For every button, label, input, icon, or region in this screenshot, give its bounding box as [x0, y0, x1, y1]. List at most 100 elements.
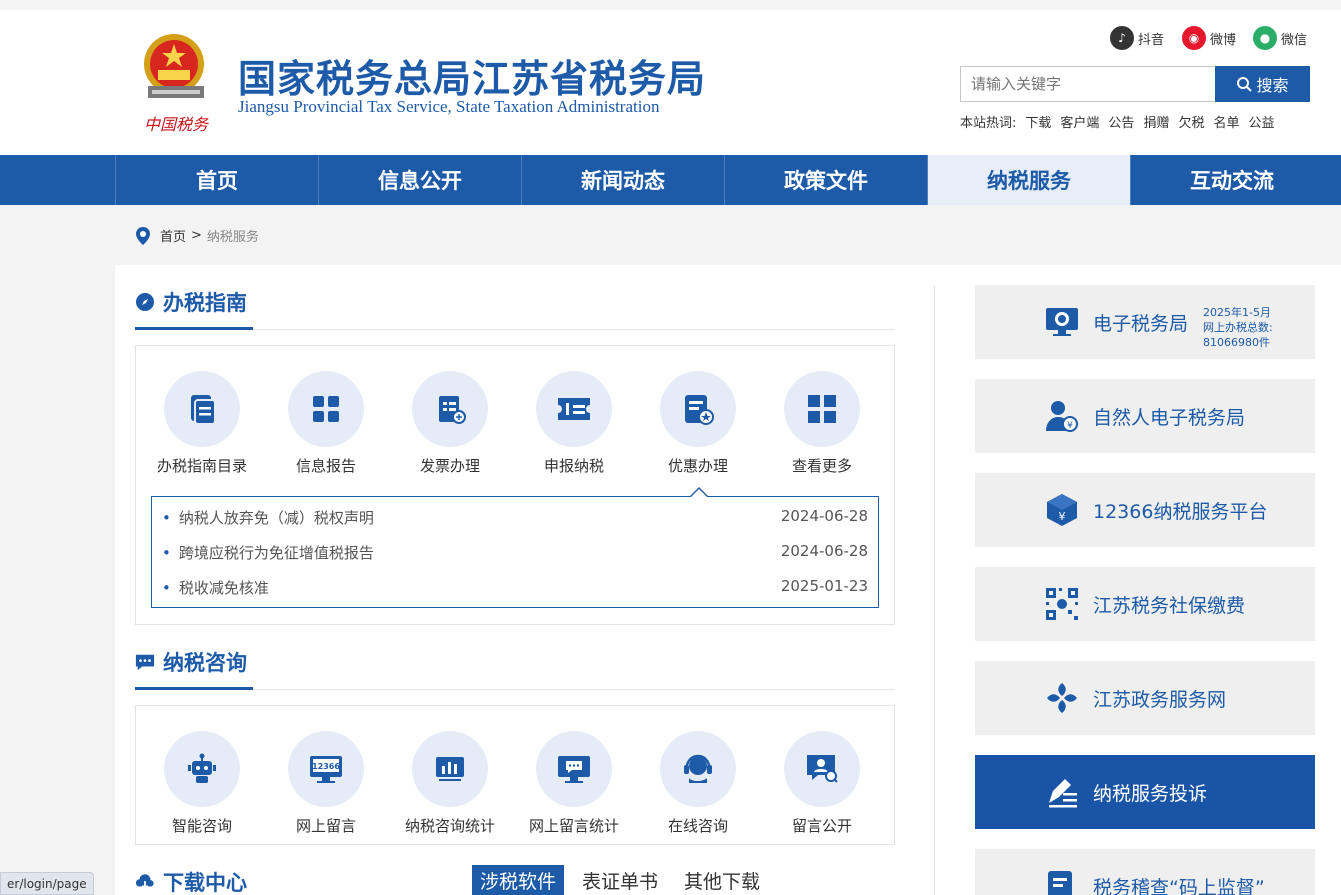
hot-word[interactable]: 客户端: [1060, 112, 1099, 131]
consult-item-label: 在线咨询: [667, 817, 728, 835]
consult-item-label: 网上留言统计: [528, 817, 619, 835]
guide-item-label: 办税指南目录: [156, 457, 247, 475]
guide-item-declare[interactable]: 申报纳税: [512, 371, 636, 476]
nav-item-tax-service[interactable]: 纳税服务: [927, 155, 1130, 205]
search-button-label: 搜索: [1256, 76, 1289, 95]
monitor-number-text: 12366: [312, 762, 340, 771]
list-item[interactable]: • 纳税人放弃免（减）税权声明 2024-06-28: [162, 507, 868, 527]
person-tax-icon: ¥: [1046, 401, 1078, 432]
douyin-label: 抖音: [1138, 32, 1165, 48]
consult-title-text: 纳税咨询: [163, 651, 247, 675]
nav-item-home[interactable]: 首页: [115, 155, 318, 205]
location-pin-icon: [136, 226, 150, 245]
site-title[interactable]: 国家税务总局江苏省税务局: [238, 48, 706, 103]
consult-item-online[interactable]: 在线咨询: [636, 731, 760, 836]
sidebar-card-gov-service[interactable]: 江苏政务服务网: [975, 661, 1315, 735]
consult-item-label: 智能咨询: [171, 817, 232, 835]
sidebar-card-label: 江苏政务服务网: [1093, 688, 1227, 711]
hot-words-label: 本站热词:: [960, 116, 1017, 131]
guide-item-label: 申报纳税: [543, 457, 604, 475]
national-emblem-logo[interactable]: 中国税务: [136, 30, 218, 134]
search-input[interactable]: [960, 66, 1216, 102]
sidebar-card-label: 纳税服务投诉: [1093, 782, 1208, 805]
consult-title-underline: [135, 687, 253, 690]
nav-item-policy[interactable]: 政策文件: [724, 155, 927, 205]
sidebar-card-supervise[interactable]: 税务稽查“码上监督”: [975, 849, 1315, 895]
download-tabs: 涉税软件 表证单书 其他下载: [472, 865, 778, 895]
guide-item-info-report[interactable]: 信息报告: [264, 371, 388, 476]
main-nav: 首页 信息公开 新闻动态 政策文件 纳税服务 互动交流: [0, 155, 1341, 205]
wechat-icon: ●: [1253, 26, 1277, 50]
breadcrumb-home[interactable]: 首页: [160, 226, 186, 245]
guide-item-label: 查看更多: [791, 457, 852, 475]
etax-stats: 2025年1-5月 网上办税总数: 81066980件: [1203, 305, 1273, 350]
consult-section-title: 纳税咨询: [135, 647, 247, 677]
douyin-link[interactable]: ♪ 抖音: [1110, 26, 1164, 50]
tab-other[interactable]: 其他下载: [676, 865, 768, 895]
consult-item-stats[interactable]: 纳税咨询统计: [388, 731, 512, 836]
sidebar-card-label: 自然人电子税务局: [1093, 406, 1246, 429]
bullet: •: [162, 579, 171, 597]
bullet: •: [162, 509, 171, 527]
hot-word[interactable]: 捐赠: [1143, 112, 1169, 131]
guide-title-underline: [135, 327, 253, 330]
consult-item-message-stats[interactable]: 网上留言统计: [512, 731, 636, 836]
sidebar-card-etax[interactable]: 电子税务局 2025年1-5月 网上办税总数: 81066980件: [975, 285, 1315, 359]
list-item-title: 跨境应税行为免征增值税报告: [178, 544, 374, 562]
sidebar-card-complaint[interactable]: 纳税服务投诉: [975, 755, 1315, 829]
discount-doc-icon: [685, 395, 714, 425]
sidebar-card-social-security[interactable]: 江苏税务社保缴费: [975, 567, 1315, 641]
nav-item-interaction[interactable]: 互动交流: [1130, 155, 1333, 205]
guide-item-more[interactable]: 查看更多: [760, 371, 884, 476]
tab-software[interactable]: 涉税软件: [472, 865, 565, 895]
wechat-link[interactable]: ● 微信: [1253, 26, 1307, 50]
guide-item-invoice[interactable]: 发票办理: [388, 371, 512, 476]
hot-word[interactable]: 公告: [1108, 112, 1134, 131]
guide-item-label: 发票办理: [419, 457, 480, 475]
monitor-12366-icon: 12366: [310, 756, 342, 783]
hot-word[interactable]: 欠税: [1178, 112, 1204, 131]
weibo-label: 微博: [1210, 32, 1237, 48]
guide-item-label: 信息报告: [295, 457, 356, 475]
sidebar-card-label: 税务稽查“码上监督”: [1093, 877, 1265, 895]
sidebar-card-label: 电子税务局: [1093, 312, 1189, 335]
consult-item-smart[interactable]: 智能咨询: [140, 731, 264, 836]
guide-item-directory[interactable]: 办税指南目录: [140, 371, 264, 476]
search-button[interactable]: 搜索: [1215, 66, 1310, 102]
hot-word[interactable]: 下载: [1025, 112, 1051, 131]
search-icon: [1237, 77, 1253, 92]
svg-text:¥: ¥: [1067, 421, 1073, 431]
tab-forms[interactable]: 表证单书: [574, 865, 666, 895]
status-bar-url: er/login/page: [0, 872, 94, 895]
hot-words: 本站热词: 下载 客户端 公告 捐赠 欠税 名单 公益: [960, 112, 1275, 131]
hot-word[interactable]: 公益: [1248, 112, 1274, 131]
hot-word[interactable]: 名单: [1213, 112, 1239, 131]
invoice-icon: [439, 396, 466, 424]
active-caret-inner: [691, 489, 707, 497]
consult-item-message[interactable]: 12366 网上留言: [264, 731, 388, 836]
nav-item-news[interactable]: 新闻动态: [521, 155, 724, 205]
document-list-icon: [191, 395, 216, 425]
breadcrumb-separator: >: [191, 228, 202, 243]
stats-label: 网上办税总数:: [1203, 321, 1273, 334]
list-item[interactable]: • 税收减免核准 2025-01-23: [162, 577, 868, 597]
cube-service-icon: ¥: [1047, 494, 1077, 526]
headset-icon: [684, 754, 712, 783]
chat-bubble-icon: [135, 654, 155, 671]
list-item-date: 2025-01-23: [780, 577, 868, 595]
guide-item-discount[interactable]: 优惠办理: [636, 371, 760, 476]
breadcrumb-current: 纳税服务: [206, 230, 259, 245]
douyin-icon: ♪: [1110, 26, 1134, 50]
public-message-icon: [807, 755, 838, 783]
list-item[interactable]: • 跨境应税行为免征增值税报告 2024-06-28: [162, 542, 868, 562]
sidebar-card-12366[interactable]: ¥ 12366纳税服务平台: [975, 473, 1315, 547]
bullet: •: [162, 544, 171, 562]
download-title-text: 下载中心: [163, 871, 247, 895]
sidebar-card-person-tax[interactable]: ¥ 自然人电子税务局: [975, 379, 1315, 453]
consult-item-label: 纳税咨询统计: [404, 817, 495, 835]
list-item-date: 2024-06-28: [780, 507, 868, 525]
nav-item-info[interactable]: 信息公开: [318, 155, 521, 205]
consult-item-public[interactable]: 留言公开: [760, 731, 884, 836]
weibo-link[interactable]: ◉ 微博: [1182, 26, 1236, 50]
stats-value: 81066980件: [1203, 336, 1270, 349]
